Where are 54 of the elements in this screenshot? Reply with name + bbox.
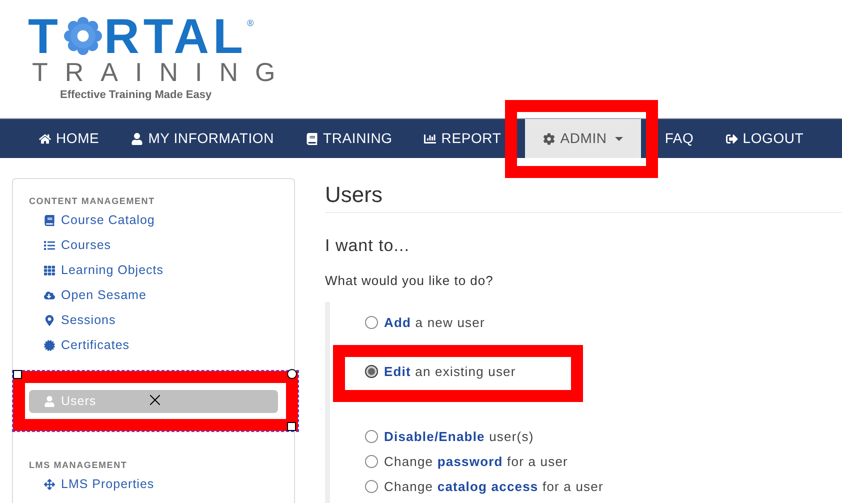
- logo-subtitle: TRAINING: [32, 57, 294, 87]
- gear-logo-icon: [64, 17, 102, 55]
- radio-button[interactable]: [365, 480, 378, 493]
- cloud-icon: [44, 290, 55, 301]
- section-title: I want to...: [325, 235, 410, 257]
- radio-option[interactable]: Edit an existing user: [365, 359, 516, 384]
- move-arrows-icon: [44, 479, 55, 490]
- sidebar-item[interactable]: Learning Objects: [29, 259, 278, 282]
- bar-chart-icon: [424, 132, 436, 144]
- badge-icon: [44, 340, 55, 351]
- sidebar-item[interactable]: Certificates: [29, 334, 278, 357]
- list-icon: [44, 240, 55, 251]
- radio-option[interactable]: Change catalog access for a user: [365, 474, 604, 499]
- book-icon: [306, 132, 318, 144]
- registered-mark: ®: [246, 17, 254, 30]
- radio-option[interactable]: Add a new user: [365, 310, 485, 335]
- radio-button[interactable]: [365, 455, 378, 468]
- sidebar-item[interactable]: Courses: [29, 234, 278, 257]
- sidebar-item[interactable]: LMS Properties: [29, 473, 278, 496]
- home-icon: [39, 132, 51, 144]
- sidebar-item[interactable]: Open Sesame: [29, 284, 278, 307]
- map-pin-icon: [44, 315, 55, 326]
- rotate-handle: [287, 369, 297, 379]
- nav-tab[interactable]: TRAINING: [304, 119, 394, 158]
- radio-button[interactable]: [365, 316, 378, 329]
- nav-tab[interactable]: FAQ: [662, 119, 696, 158]
- sidebar-item[interactable]: Sessions: [29, 309, 278, 332]
- cross-cursor-icon: [150, 395, 160, 405]
- radio-button[interactable]: [365, 365, 378, 378]
- sidebar-item[interactable]: Course Catalog: [29, 209, 278, 232]
- book-icon: [44, 215, 55, 226]
- section-heading: CONTENT MANAGEMENT: [29, 195, 156, 208]
- user-icon: [131, 132, 144, 144]
- user-icon: [44, 396, 55, 407]
- section-heading: LMS MANAGEMENT: [29, 459, 128, 472]
- nav-tab[interactable]: LOGOUT: [724, 119, 806, 158]
- logo-tagline: Effective Training Made Easy: [60, 88, 213, 103]
- resize-handle: [13, 370, 22, 379]
- question-text: What would you like to do?: [325, 272, 494, 290]
- nav-tab[interactable]: REPORT: [422, 119, 504, 158]
- resize-handle: [287, 422, 296, 431]
- logo-wordmark: RTAL: [104, 17, 247, 57]
- nav-tab[interactable]: HOME: [37, 119, 102, 158]
- caret-icon: [614, 136, 623, 140]
- grid-icon: [44, 265, 55, 276]
- page-title: Users: [325, 181, 384, 209]
- settings-icon: [543, 132, 556, 144]
- radio-button[interactable]: [365, 430, 378, 443]
- logout-icon: [726, 132, 738, 144]
- radio-option[interactable]: Change password for a user: [365, 449, 568, 474]
- radio-option[interactable]: Disable/Enable user(s): [365, 424, 534, 449]
- nav-tab[interactable]: MY INFORMATION: [129, 119, 276, 158]
- nav-tab[interactable]: ADMIN: [525, 119, 641, 158]
- logo-wordmark: T: [28, 17, 62, 57]
